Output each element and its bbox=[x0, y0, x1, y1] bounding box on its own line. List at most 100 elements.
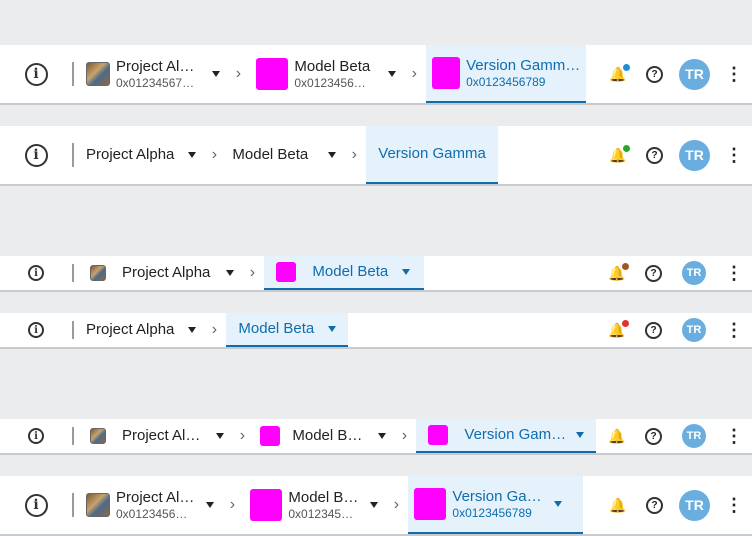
project-title: Project Al… bbox=[122, 427, 201, 444]
chevron-down-icon[interactable] bbox=[216, 433, 225, 439]
crumb-model[interactable]: Model B… bbox=[254, 419, 392, 453]
chevron-right-icon: › bbox=[411, 65, 417, 82]
bell-icon[interactable]: 🔔 bbox=[599, 319, 635, 339]
model-title: Model Beta bbox=[294, 57, 371, 75]
project-thumbnail bbox=[90, 428, 106, 444]
crumb-model[interactable]: Model Beta bbox=[226, 126, 342, 184]
crumb-model[interactable]: Model Beta 0x0123456… bbox=[250, 45, 402, 103]
app-logo-icon[interactable]: i bbox=[0, 419, 72, 453]
version-hash: 0x0123456789 bbox=[452, 505, 532, 520]
project-title: Project Alpha bbox=[122, 264, 211, 281]
more-vertical-icon[interactable]: ⋮ bbox=[716, 145, 752, 166]
chevron-down-icon[interactable] bbox=[576, 432, 585, 438]
avatar[interactable]: TR bbox=[682, 261, 706, 285]
model-thumbnail bbox=[256, 58, 289, 90]
model-title: Model B… bbox=[288, 488, 359, 506]
model-hash: 0x012345… bbox=[288, 506, 354, 521]
chevron-down-icon[interactable] bbox=[188, 327, 197, 333]
app-logo-icon[interactable]: i bbox=[0, 256, 72, 290]
avatar[interactable]: TR bbox=[679, 139, 710, 171]
chevron-down-icon[interactable] bbox=[188, 152, 197, 158]
model-thumbnail bbox=[260, 426, 281, 446]
crumb-project[interactable]: Project Al… 0x01234567… bbox=[74, 45, 226, 103]
avatar[interactable]: TR bbox=[679, 489, 710, 521]
chevron-right-icon: › bbox=[211, 146, 218, 163]
crumb-project[interactable]: Project Alpha bbox=[74, 256, 240, 290]
crumb-project[interactable]: Project Alpha bbox=[74, 126, 202, 184]
crumb-version[interactable]: Version Gamma bbox=[366, 126, 498, 184]
chevron-down-icon[interactable] bbox=[388, 71, 397, 77]
breadcrumb-bar-5: i Project Al… › Model B… › Version Gam… … bbox=[0, 419, 752, 455]
chevron-down-icon[interactable] bbox=[402, 269, 411, 275]
bell-icon[interactable]: 🔔 bbox=[600, 144, 636, 164]
version-title: Version Gamm… bbox=[466, 56, 581, 74]
chevron-right-icon: › bbox=[249, 264, 256, 281]
version-thumbnail bbox=[414, 488, 447, 520]
avatar[interactable]: TR bbox=[679, 58, 710, 90]
avatar[interactable]: TR bbox=[682, 318, 706, 342]
chevron-down-icon[interactable] bbox=[370, 502, 379, 508]
breadcrumb-bar-6: i Project Al… 0x0123456… › Model B… 0x0123… bbox=[0, 476, 752, 536]
crumb-project[interactable]: Project Alpha bbox=[74, 313, 202, 347]
model-title: Model Beta bbox=[232, 146, 309, 163]
help-icon[interactable]: ? bbox=[645, 264, 662, 282]
crumb-version[interactable]: Version Ga… 0x0123456789 bbox=[408, 476, 584, 534]
notification-dot bbox=[622, 319, 629, 327]
bell-icon[interactable]: 🔔 bbox=[599, 262, 635, 282]
version-title: Version Gam… bbox=[464, 426, 567, 443]
chevron-right-icon: › bbox=[401, 427, 408, 444]
help-icon[interactable]: ? bbox=[646, 65, 663, 83]
project-thumbnail bbox=[90, 265, 106, 281]
model-thumbnail bbox=[250, 489, 283, 521]
more-vertical-icon[interactable]: ⋮ bbox=[716, 320, 752, 341]
more-vertical-icon[interactable]: ⋮ bbox=[716, 495, 752, 516]
chevron-down-icon[interactable] bbox=[328, 326, 337, 332]
chevron-down-icon[interactable] bbox=[553, 501, 562, 507]
project-hash: 0x01234567… bbox=[116, 75, 195, 90]
version-title: Version Ga… bbox=[452, 487, 542, 505]
project-title: Project Al… bbox=[116, 488, 195, 506]
model-title: Model Beta bbox=[312, 263, 389, 280]
notification-dot bbox=[622, 262, 629, 270]
more-vertical-icon[interactable]: ⋮ bbox=[716, 64, 752, 85]
chevron-down-icon[interactable] bbox=[206, 502, 215, 508]
help-icon[interactable]: ? bbox=[646, 146, 663, 164]
chevron-down-icon[interactable] bbox=[226, 270, 235, 276]
app-logo-icon[interactable]: i bbox=[0, 476, 72, 534]
model-hash: 0x0123456… bbox=[294, 75, 366, 90]
help-icon[interactable]: ? bbox=[645, 321, 662, 339]
crumb-model[interactable]: Model Beta bbox=[264, 256, 425, 290]
crumb-version[interactable]: Version Gam… bbox=[416, 419, 597, 453]
crumb-version[interactable]: Version Gamm… 0x0123456789 bbox=[426, 45, 587, 103]
crumb-model[interactable]: Model Beta bbox=[226, 313, 349, 347]
model-thumbnail bbox=[276, 262, 297, 282]
help-icon[interactable]: ? bbox=[645, 427, 662, 445]
crumb-model[interactable]: Model B… 0x012345… bbox=[244, 476, 384, 534]
chevron-right-icon: › bbox=[229, 496, 236, 513]
more-vertical-icon[interactable]: ⋮ bbox=[716, 426, 752, 447]
version-thumbnail bbox=[432, 57, 461, 89]
notification-dot bbox=[623, 144, 630, 152]
chevron-right-icon: › bbox=[239, 427, 246, 444]
app-logo-icon[interactable]: i bbox=[0, 126, 72, 184]
chevron-down-icon[interactable] bbox=[212, 71, 221, 77]
app-logo-icon[interactable]: i bbox=[0, 313, 72, 347]
bell-icon[interactable]: 🔔 bbox=[600, 497, 636, 514]
project-thumbnail bbox=[86, 62, 110, 86]
version-hash: 0x0123456789 bbox=[466, 74, 546, 89]
model-title: Model Beta bbox=[238, 320, 315, 337]
crumb-project[interactable]: Project Al… 0x0123456… bbox=[74, 476, 220, 534]
chevron-down-icon[interactable] bbox=[328, 152, 337, 158]
bell-icon[interactable]: 🔔 bbox=[599, 428, 635, 445]
breadcrumb-bar-4: i Project Alpha › Model Beta 🔔 ? TR ⋮ bbox=[0, 313, 752, 349]
chevron-right-icon: › bbox=[351, 146, 357, 163]
version-thumbnail bbox=[428, 425, 449, 445]
more-vertical-icon[interactable]: ⋮ bbox=[716, 263, 752, 284]
crumb-project[interactable]: Project Al… bbox=[74, 419, 230, 453]
version-title: Version Gamma bbox=[378, 145, 486, 162]
app-logo-icon[interactable]: i bbox=[0, 45, 72, 103]
help-icon[interactable]: ? bbox=[646, 496, 663, 514]
bell-icon[interactable]: 🔔 bbox=[600, 63, 636, 83]
avatar[interactable]: TR bbox=[682, 424, 706, 448]
chevron-down-icon[interactable] bbox=[378, 433, 387, 439]
